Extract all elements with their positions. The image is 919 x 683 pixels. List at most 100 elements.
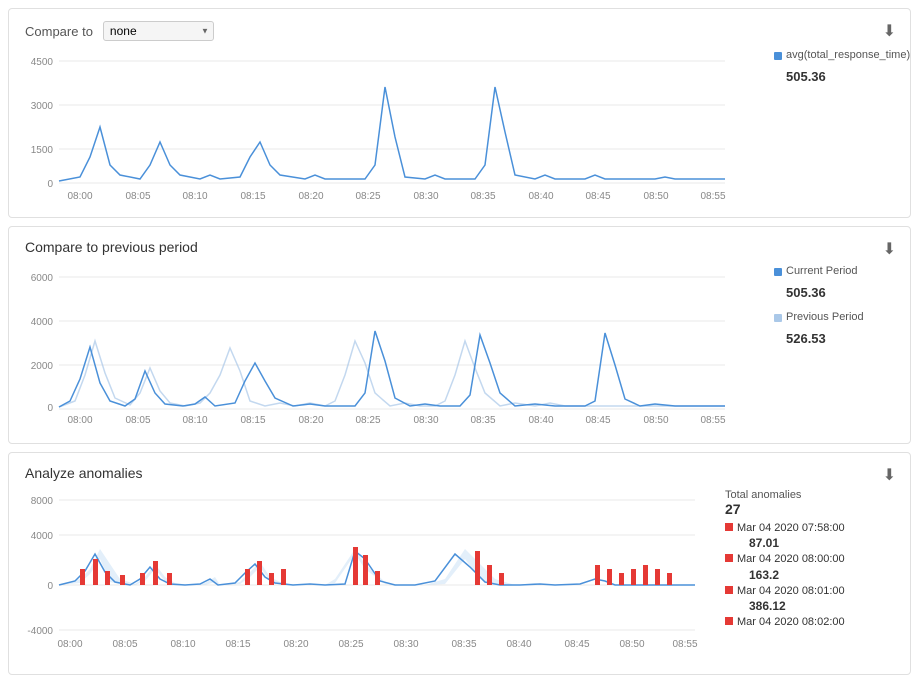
anomaly-bar xyxy=(487,565,492,585)
svg-text:08:50: 08:50 xyxy=(643,191,668,202)
anomaly-entry-2: Mar 04 2020 08:01:00 386.12 xyxy=(725,584,894,613)
svg-text:0: 0 xyxy=(47,403,53,414)
anomaly-date-3: Mar 04 2020 08:02:00 xyxy=(737,616,845,628)
download-button-3[interactable]: ⬇ xyxy=(883,465,896,485)
download-button-1[interactable]: ⬇ xyxy=(883,21,896,41)
anomaly-date-2: Mar 04 2020 08:01:00 xyxy=(737,585,845,597)
anomaly-bar xyxy=(257,561,262,585)
anomaly-bar xyxy=(140,573,145,585)
svg-text:08:15: 08:15 xyxy=(225,639,250,650)
svg-text:08:00: 08:00 xyxy=(67,415,92,426)
anomaly-dot-2 xyxy=(725,586,733,594)
svg-text:08:45: 08:45 xyxy=(585,191,610,202)
svg-text:08:25: 08:25 xyxy=(355,191,380,202)
panel-compare-to: Compare to none Previous Period Previous… xyxy=(8,8,911,218)
svg-text:08:40: 08:40 xyxy=(528,191,553,202)
legend-dot-1 xyxy=(774,52,782,60)
compare-select[interactable]: none Previous Period Previous Year xyxy=(103,21,214,41)
chart-svg-2: 6000 4000 2000 0 08:00 08:05 08:10 08:15… xyxy=(25,263,764,431)
anomaly-bar xyxy=(631,569,636,585)
anomaly-bar xyxy=(363,555,368,585)
svg-text:08:15: 08:15 xyxy=(240,415,265,426)
svg-text:08:45: 08:45 xyxy=(585,415,610,426)
svg-text:08:20: 08:20 xyxy=(298,415,323,426)
legend-item-1: avg(total_response_time) xyxy=(774,47,894,65)
svg-text:08:25: 08:25 xyxy=(355,415,380,426)
chart-svg-1: 4500 3000 1500 0 08:00 08:05 08:10 08:15… xyxy=(25,47,764,205)
svg-text:08:10: 08:10 xyxy=(170,639,195,650)
anomaly-bar xyxy=(655,569,660,585)
svg-text:08:05: 08:05 xyxy=(112,639,137,650)
anomaly-value-1: 163.2 xyxy=(749,568,845,582)
anomaly-entry-0: Mar 04 2020 07:58:00 87.01 xyxy=(725,521,894,550)
legend-label-previous: Previous Period xyxy=(786,309,864,327)
panel2-title: Compare to previous period xyxy=(25,239,894,255)
anomaly-entry-3: Mar 04 2020 08:02:00 xyxy=(725,615,894,630)
svg-text:08:20: 08:20 xyxy=(283,639,308,650)
legend-item-previous: Previous Period xyxy=(774,309,894,327)
svg-text:08:20: 08:20 xyxy=(298,191,323,202)
svg-text:08:55: 08:55 xyxy=(672,639,697,650)
svg-text:0: 0 xyxy=(47,581,53,592)
legend-item-current: Current Period xyxy=(774,263,894,281)
anomaly-bar xyxy=(153,561,158,585)
anomaly-dot-1 xyxy=(725,554,733,562)
svg-text:3000: 3000 xyxy=(31,101,54,112)
chart-area-3: 8000 4000 0 -4000 xyxy=(25,489,894,662)
anomaly-bar xyxy=(167,573,172,585)
panel-anomalies: Analyze anomalies ⬇ 8000 4000 0 -4000 xyxy=(8,452,911,675)
anomaly-total-value: 27 xyxy=(725,501,894,517)
anomaly-bar xyxy=(93,559,98,585)
chart-area-1: 4500 3000 1500 0 08:00 08:05 08:10 08:15… xyxy=(25,47,894,205)
compare-to-label: Compare to xyxy=(25,24,93,39)
anomaly-bar xyxy=(667,573,672,585)
svg-text:08:25: 08:25 xyxy=(338,639,363,650)
compare-select-wrapper[interactable]: none Previous Period Previous Year xyxy=(103,21,214,41)
anomaly-bar xyxy=(80,569,85,585)
svg-text:08:35: 08:35 xyxy=(451,639,476,650)
chart-svg-3: 8000 4000 0 -4000 xyxy=(25,489,715,662)
legend-value-1: 505.36 xyxy=(786,67,894,88)
chart-legend-1: avg(total_response_time) 505.36 xyxy=(764,47,894,87)
panel-compare-previous: Compare to previous period ⬇ 6000 4000 2… xyxy=(8,226,911,444)
legend-label-1: avg(total_response_time) xyxy=(786,47,910,65)
anomaly-bar xyxy=(281,569,286,585)
svg-text:08:30: 08:30 xyxy=(413,191,438,202)
svg-text:4000: 4000 xyxy=(31,531,54,542)
chart-area-2: 6000 4000 2000 0 08:00 08:05 08:10 08:15… xyxy=(25,263,894,431)
legend-value-previous: 526.53 xyxy=(786,329,894,350)
svg-text:0: 0 xyxy=(47,179,53,190)
svg-text:08:40: 08:40 xyxy=(506,639,531,650)
svg-text:08:00: 08:00 xyxy=(67,191,92,202)
anomaly-value-0: 87.01 xyxy=(749,536,845,550)
anomaly-bar xyxy=(475,551,480,585)
anomaly-bar xyxy=(643,565,648,585)
svg-text:08:10: 08:10 xyxy=(182,191,207,202)
svg-text:08:05: 08:05 xyxy=(125,415,150,426)
svg-text:08:00: 08:00 xyxy=(57,639,82,650)
anomaly-bar xyxy=(595,565,600,585)
legend-dot-previous xyxy=(774,314,782,322)
anomaly-date-1: Mar 04 2020 08:00:00 xyxy=(737,553,845,565)
svg-text:08:55: 08:55 xyxy=(700,415,725,426)
anomaly-bar xyxy=(607,569,612,585)
anomaly-bar xyxy=(120,575,125,585)
panel3-title: Analyze anomalies xyxy=(25,465,894,481)
svg-text:08:30: 08:30 xyxy=(393,639,418,650)
chart-legend-2: Current Period 505.36 Previous Period 52… xyxy=(764,263,894,350)
anomaly-dot-0 xyxy=(725,523,733,531)
svg-text:8000: 8000 xyxy=(31,496,54,507)
anomaly-dot-3 xyxy=(725,617,733,625)
svg-text:-4000: -4000 xyxy=(27,626,53,637)
svg-text:4000: 4000 xyxy=(31,317,54,328)
svg-text:4500: 4500 xyxy=(31,57,54,68)
svg-text:2000: 2000 xyxy=(31,361,54,372)
svg-text:08:45: 08:45 xyxy=(564,639,589,650)
svg-text:1500: 1500 xyxy=(31,145,54,156)
svg-text:08:35: 08:35 xyxy=(470,415,495,426)
download-button-2[interactable]: ⬇ xyxy=(883,239,896,259)
svg-text:08:15: 08:15 xyxy=(240,191,265,202)
svg-text:08:50: 08:50 xyxy=(643,415,668,426)
anomaly-total-label: Total anomalies xyxy=(725,489,801,501)
anomaly-bar xyxy=(353,547,358,585)
